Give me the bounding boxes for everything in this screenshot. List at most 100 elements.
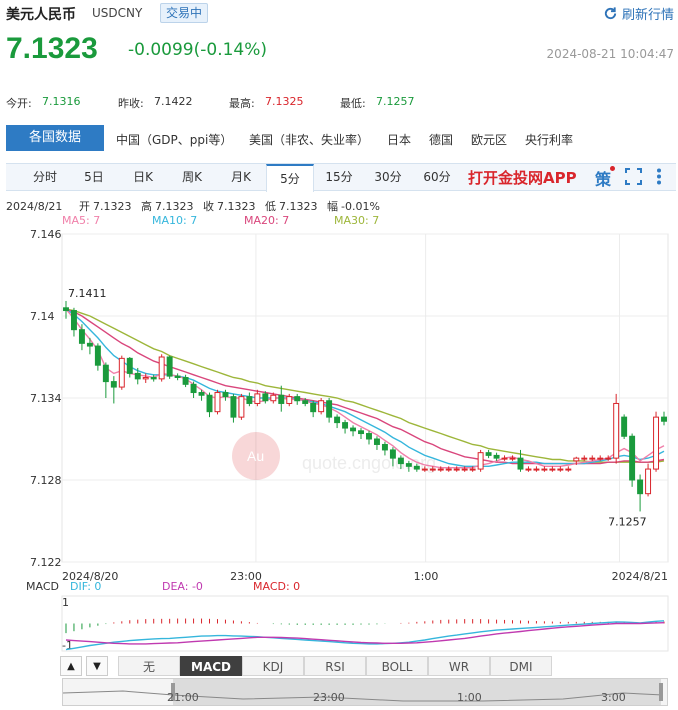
- candle[interactable]: [190, 383, 197, 394]
- candle[interactable]: [565, 468, 572, 471]
- candle[interactable]: [254, 393, 261, 404]
- tab-indicator-none[interactable]: 无: [118, 656, 180, 676]
- candle[interactable]: [318, 400, 325, 413]
- candle[interactable]: [557, 468, 564, 471]
- tab-indicator-boll[interactable]: BOLL: [366, 656, 428, 676]
- candle[interactable]: [541, 468, 548, 471]
- candle[interactable]: [589, 457, 596, 460]
- candle[interactable]: [533, 468, 540, 471]
- candle[interactable]: [110, 381, 117, 388]
- tab-timeframe-monthly[interactable]: 月K: [217, 164, 265, 190]
- candle[interactable]: [158, 356, 165, 380]
- candlestick-chart-svg[interactable]: Au quote.cngold.org 2024/8/21 开 7.1323 高…: [0, 196, 678, 656]
- candle[interactable]: [477, 452, 484, 470]
- indicator-up-button[interactable]: ▲: [60, 656, 82, 676]
- candle[interactable]: [198, 392, 205, 396]
- candle[interactable]: [334, 416, 341, 424]
- candle[interactable]: [381, 443, 388, 451]
- refresh-button[interactable]: 刷新行情: [603, 4, 674, 23]
- candle[interactable]: [469, 468, 476, 471]
- navigator-svg[interactable]: 21:00 23:00 1:00 3:00: [62, 679, 667, 705]
- candle[interactable]: [94, 345, 101, 366]
- candle[interactable]: [326, 400, 333, 418]
- candle[interactable]: [645, 468, 652, 495]
- candle[interactable]: [485, 452, 492, 456]
- nav-central-bank-rates[interactable]: 央行利率: [525, 131, 573, 148]
- candle[interactable]: [182, 377, 189, 385]
- strategy-button[interactable]: 策: [595, 166, 616, 190]
- tab-indicator-kdj[interactable]: KDJ: [242, 656, 304, 676]
- candle[interactable]: [142, 377, 149, 380]
- candle[interactable]: [222, 392, 229, 398]
- candle[interactable]: [230, 396, 237, 418]
- candle[interactable]: [525, 468, 532, 471]
- candle[interactable]: [509, 457, 516, 460]
- indicator-down-button[interactable]: ▼: [86, 656, 108, 676]
- price-chart[interactable]: Au quote.cngold.org 2024/8/21 开 7.1323 高…: [0, 196, 678, 656]
- candle[interactable]: [437, 468, 444, 471]
- candle[interactable]: [445, 468, 452, 471]
- candle[interactable]: [294, 396, 301, 402]
- candle[interactable]: [278, 394, 285, 404]
- candle[interactable]: [174, 375, 181, 378]
- nav-country-data[interactable]: 各国数据: [6, 125, 104, 151]
- candle[interactable]: [461, 468, 468, 471]
- candle[interactable]: [246, 396, 253, 404]
- candle[interactable]: [389, 449, 396, 459]
- candle[interactable]: [102, 364, 109, 383]
- candle[interactable]: [310, 402, 317, 413]
- open-app-link[interactable]: 打开金投网APP: [468, 167, 577, 188]
- candle[interactable]: [429, 468, 436, 471]
- nav-germany[interactable]: 德国: [429, 131, 453, 148]
- candle[interactable]: [517, 457, 524, 470]
- candle[interactable]: [78, 329, 85, 344]
- candle[interactable]: [413, 465, 420, 470]
- nav-usa[interactable]: 美国（非农、失业率）: [249, 131, 369, 148]
- candle[interactable]: [126, 357, 133, 374]
- candle[interactable]: [605, 457, 612, 460]
- nav-japan[interactable]: 日本: [387, 131, 411, 148]
- tab-indicator-rsi[interactable]: RSI: [304, 656, 366, 676]
- candle[interactable]: [549, 468, 556, 471]
- tab-indicator-dmi[interactable]: DMI: [490, 656, 552, 676]
- candle[interactable]: [134, 372, 141, 380]
- candle[interactable]: [421, 468, 428, 471]
- candle[interactable]: [581, 457, 588, 460]
- candle[interactable]: [166, 356, 173, 377]
- candle[interactable]: [270, 394, 277, 402]
- tab-indicator-macd[interactable]: MACD: [180, 656, 242, 676]
- candle[interactable]: [238, 396, 245, 418]
- candle[interactable]: [63, 307, 69, 312]
- tab-timeframe-60min[interactable]: 60分: [413, 164, 461, 190]
- candle[interactable]: [637, 479, 644, 495]
- tab-timeframe-intraday[interactable]: 分时: [21, 164, 69, 190]
- candle[interactable]: [597, 457, 604, 460]
- candle[interactable]: [118, 357, 125, 388]
- candle[interactable]: [302, 400, 309, 404]
- candle[interactable]: [214, 392, 221, 413]
- nav-eurozone[interactable]: 欧元区: [471, 131, 507, 148]
- candle[interactable]: [350, 427, 357, 432]
- tab-indicator-wr[interactable]: WR: [428, 656, 490, 676]
- tab-timeframe-weekly[interactable]: 周K: [168, 164, 216, 190]
- candle[interactable]: [373, 438, 380, 445]
- candle[interactable]: [366, 433, 372, 440]
- tab-timeframe-daily[interactable]: 日K: [119, 164, 167, 190]
- candle[interactable]: [206, 394, 213, 413]
- candle[interactable]: [358, 430, 364, 435]
- candle[interactable]: [661, 416, 667, 422]
- candle[interactable]: [573, 457, 580, 462]
- navigator-right-handle[interactable]: [659, 683, 663, 701]
- tab-timeframe-5min[interactable]: 5分: [266, 164, 314, 192]
- candle[interactable]: [286, 396, 293, 404]
- candle[interactable]: [493, 454, 500, 459]
- candle[interactable]: [262, 393, 269, 402]
- candle[interactable]: [613, 402, 620, 459]
- nav-china[interactable]: 中国（GDP、ppi等）: [116, 131, 232, 148]
- fullscreen-button[interactable]: [625, 168, 642, 189]
- candle[interactable]: [150, 377, 157, 380]
- candle[interactable]: [453, 468, 460, 471]
- range-navigator[interactable]: 21:00 23:00 1:00 3:00: [62, 678, 668, 706]
- candle[interactable]: [501, 457, 508, 460]
- tab-timeframe-15min[interactable]: 15分: [315, 164, 363, 190]
